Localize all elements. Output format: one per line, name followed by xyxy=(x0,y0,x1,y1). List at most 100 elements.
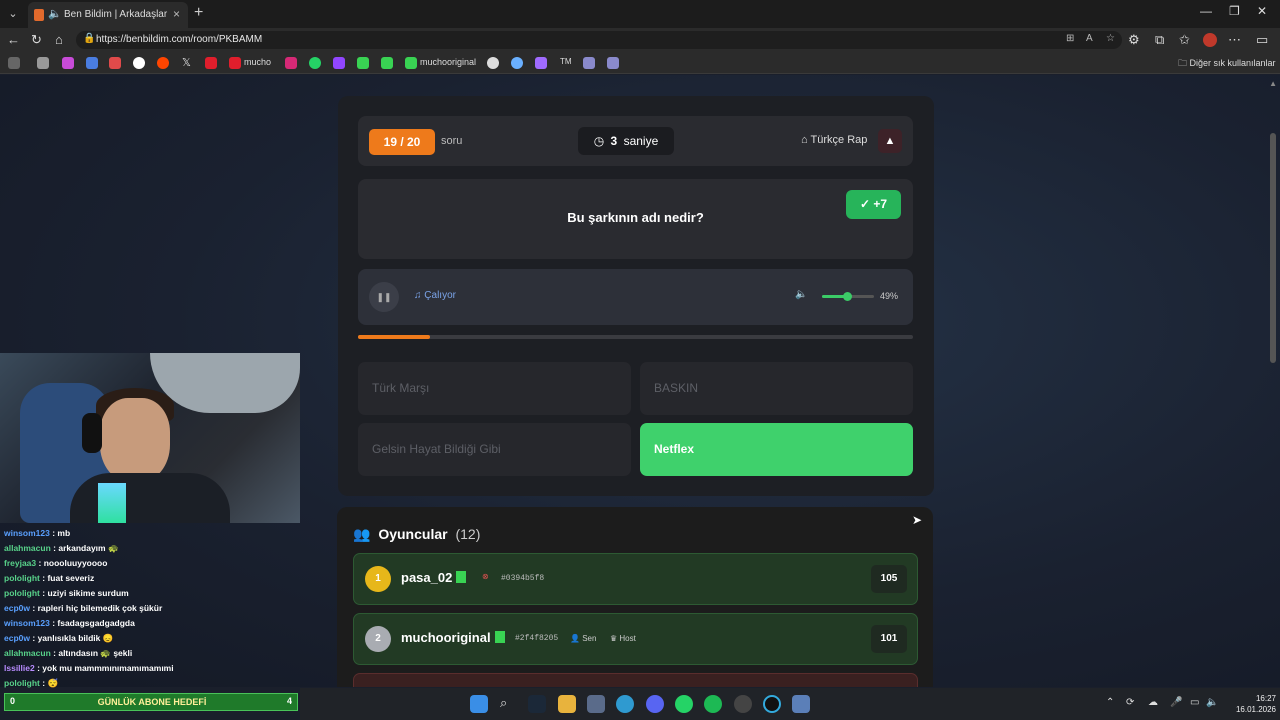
audio-player: ❚❚ ♫ Çalıyor 🔈 49% xyxy=(358,269,913,325)
bookmark-icon[interactable] xyxy=(487,57,499,69)
start-icon[interactable] xyxy=(470,695,488,713)
whatsapp-icon[interactable] xyxy=(675,695,693,713)
volume-slider-handle[interactable] xyxy=(843,292,853,301)
kick-icon[interactable] xyxy=(381,57,393,69)
refresh-icon[interactable]: ↻ xyxy=(31,32,42,48)
new-tab-button[interactable]: + xyxy=(194,4,203,22)
instagram-icon[interactable] xyxy=(285,57,297,69)
bookmark-icon[interactable] xyxy=(86,57,98,69)
chat-message: allahmacun : arkandayım 🐢 xyxy=(4,543,119,554)
page-scrollbar[interactable] xyxy=(1270,133,1276,363)
favorites-icon[interactable]: ✩ xyxy=(1179,32,1190,48)
address-bar[interactable]: 🔒 https://benbildim.com/room/PKBAMM ⊞ A … xyxy=(76,31,1122,49)
answer-option[interactable]: BASKIN xyxy=(640,362,913,415)
chat-overlay: winsom123 : mb allahmacun : arkandayım 🐢 f… xyxy=(0,523,300,691)
report-button[interactable]: ▲ xyxy=(878,129,902,153)
store-icon[interactable] xyxy=(587,695,605,713)
youtube-icon[interactable] xyxy=(205,57,217,69)
headset xyxy=(82,413,102,453)
kick-icon[interactable] xyxy=(357,57,369,69)
bookmark-icon[interactable] xyxy=(8,57,20,69)
chat-text: altındasın 🐢 şekli xyxy=(58,648,133,658)
answer-option[interactable]: Türk Marşı xyxy=(358,362,631,415)
remove-user-icon[interactable]: ⊗ xyxy=(482,572,489,581)
youtube-icon[interactable] xyxy=(229,57,241,69)
home-icon[interactable]: ⌂ xyxy=(55,32,63,47)
tray-icon[interactable]: ⟳ xyxy=(1126,697,1134,708)
bookmark-icon[interactable] xyxy=(583,57,595,69)
profile-avatar[interactable] xyxy=(1203,33,1217,47)
pause-button[interactable]: ❚❚ xyxy=(369,282,399,312)
bookmark-muchooriginal[interactable]: muchooriginal xyxy=(420,57,476,67)
bookmark-icon[interactable] xyxy=(535,57,547,69)
score-gain-badge: ✓ +7 xyxy=(846,190,901,219)
player-row xyxy=(353,673,918,687)
other-favorites-label: Diğer sık kullanılanlar xyxy=(1189,58,1276,68)
song-progress-fill xyxy=(358,335,431,339)
back-icon[interactable]: ← xyxy=(7,32,20,47)
app-icon[interactable]: ⊞ xyxy=(1066,33,1074,44)
score-gain-value: +7 xyxy=(873,197,888,211)
warning-icon: ▲ xyxy=(884,135,896,147)
system-clock[interactable]: 16:27 16.01.2026 xyxy=(1226,693,1276,715)
volume-icon[interactable]: 🔈 xyxy=(795,289,807,300)
answer-option-correct[interactable]: Netflex xyxy=(640,423,913,476)
chat-username: pololight xyxy=(4,588,40,598)
answer-option[interactable]: Gelsin Hayat Bildiği Gibi xyxy=(358,423,631,476)
sidebar-icon[interactable]: ▭ xyxy=(1256,32,1268,48)
bookmark-icon[interactable] xyxy=(62,57,74,69)
bookmark-mucho[interactable]: mucho xyxy=(244,57,271,67)
microphone-icon[interactable]: 🎤 xyxy=(1170,697,1182,708)
extensions-icon[interactable]: ⚙ xyxy=(1128,32,1140,48)
restore-icon[interactable]: ❐ xyxy=(1229,4,1240,18)
chat-username: freyjaa3 xyxy=(4,558,37,568)
scroll-up-icon[interactable]: ▲ xyxy=(1269,79,1277,88)
reddit-icon[interactable] xyxy=(157,57,169,69)
gmail-icon[interactable] xyxy=(109,57,121,69)
edge-icon[interactable] xyxy=(616,695,634,713)
question-box: Bu şarkının adı nedir? ✓ +7 xyxy=(358,179,913,259)
collections-icon[interactable]: ⧉ xyxy=(1155,32,1164,48)
twitch-icon[interactable] xyxy=(333,57,345,69)
search-icon[interactable]: ⌕ xyxy=(500,695,518,713)
close-window-icon[interactable]: ✕ xyxy=(1257,4,1267,18)
bookmark-icon[interactable] xyxy=(511,57,523,69)
app-icon[interactable] xyxy=(792,695,810,713)
tab-actions-menu[interactable]: ⌄ xyxy=(4,5,22,23)
google-icon[interactable] xyxy=(133,57,145,69)
minimize-icon[interactable]: — xyxy=(1200,4,1212,18)
volume-icon[interactable]: 🔈 xyxy=(1206,697,1218,708)
chevron-up-icon[interactable]: ⌃ xyxy=(1106,697,1114,708)
steam-icon[interactable] xyxy=(528,695,546,713)
folder-icon[interactable] xyxy=(558,695,576,713)
volume-slider[interactable] xyxy=(822,292,874,301)
tray-icon[interactable]: ☁ xyxy=(1148,697,1158,708)
kick-icon xyxy=(456,571,467,583)
network-icon[interactable]: ▭ xyxy=(1190,697,1199,708)
chat-message: pololight : uziyi sikime surdum xyxy=(4,588,129,598)
kick-icon[interactable] xyxy=(405,57,417,69)
whatsapp-icon[interactable] xyxy=(309,57,321,69)
speaker-icon[interactable]: 🔈 xyxy=(48,7,62,20)
read-aloud-icon[interactable]: A xyxy=(1086,33,1093,44)
tm-icon[interactable]: TM xyxy=(560,57,572,66)
bookmark-icon[interactable] xyxy=(37,57,49,69)
more-menu-icon[interactable]: ⋯ xyxy=(1228,32,1241,48)
lock-icon[interactable]: 🔒 xyxy=(83,33,95,44)
app-icon[interactable] xyxy=(763,695,781,713)
other-favorites-folder[interactable]: 🗀 Diğer sık kullanılanlar xyxy=(1178,56,1276,72)
players-card: 👥 Oyuncular (12) 1 pasa_02 ⊗ #0394b5f8 1… xyxy=(337,507,933,687)
spotify-icon[interactable] xyxy=(704,695,722,713)
tab-close-button[interactable]: × xyxy=(173,7,180,21)
chat-text: yok mu mammmınımamımamımi xyxy=(42,663,174,673)
x-icon[interactable]: 𝕏 xyxy=(182,56,191,69)
chat-separator: : xyxy=(30,633,38,643)
timer-unit: saniye xyxy=(623,134,659,148)
discord-icon[interactable] xyxy=(646,695,664,713)
url-text[interactable]: https://benbildim.com/room/PKBAMM xyxy=(96,34,262,45)
bookmark-icon[interactable] xyxy=(607,57,619,69)
favorite-star-icon[interactable]: ☆ xyxy=(1106,33,1115,44)
obs-icon[interactable] xyxy=(734,695,752,713)
players-count: (12) xyxy=(455,526,481,542)
active-tab[interactable]: 🔈 Ben Bildim | Arkadaşlarınla Oy × xyxy=(28,2,188,28)
